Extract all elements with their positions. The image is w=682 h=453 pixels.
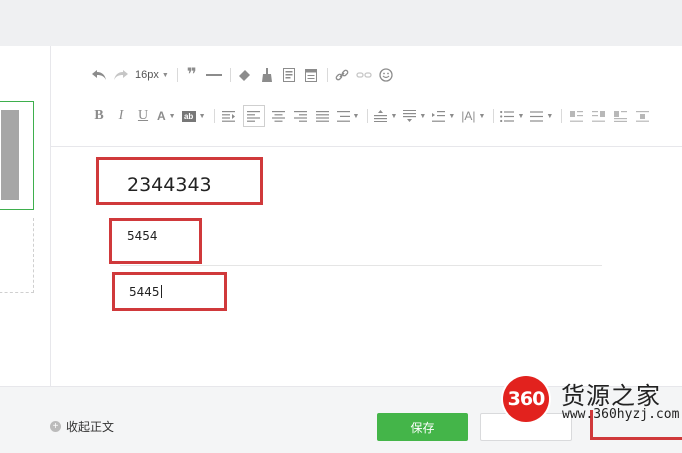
toolbar-separator [367, 109, 369, 123]
align-justify-icon[interactable] [315, 106, 331, 126]
float-left-icon[interactable] [568, 106, 584, 126]
first-line-indent-icon[interactable]: ▼ [432, 106, 455, 126]
content-paragraph-2[interactable]: 5454 [127, 229, 158, 243]
unlink-icon[interactable] [356, 65, 372, 85]
font-size-select[interactable]: 16px ▼ [135, 65, 169, 85]
plus-circle-icon: + [50, 421, 61, 432]
format-brush-icon[interactable] [259, 65, 275, 85]
content-paragraph-3-text: 5445 [129, 285, 160, 299]
line-height-icon[interactable]: ▼ [336, 106, 360, 126]
chevron-down-icon: ▼ [517, 112, 525, 120]
chevron-down-icon: ▼ [448, 112, 456, 120]
font-color-button[interactable]: A ▼ [157, 106, 176, 126]
font-color-label: A [157, 109, 166, 123]
paragraph-spacing-before-icon[interactable]: ▼ [374, 106, 397, 126]
toolbar-separator [229, 68, 231, 82]
emoji-icon[interactable] [378, 65, 394, 85]
float-none-icon[interactable] [612, 106, 628, 126]
chevron-down-icon: ▼ [198, 112, 206, 120]
link-icon[interactable] [334, 65, 350, 85]
undo-icon[interactable] [91, 65, 107, 85]
insert-table-icon[interactable] [303, 65, 319, 85]
top-bar [0, 0, 682, 46]
toolbar-row-1: 16px ▼ ❞ [91, 63, 400, 87]
chevron-down-icon: ▼ [352, 112, 360, 120]
collapse-body-toggle[interactable]: + 收起正文 [50, 418, 114, 435]
toolbar-separator [176, 68, 178, 82]
chevron-down-icon: ▼ [161, 71, 169, 79]
float-right-icon[interactable] [590, 106, 606, 126]
cover-image [1, 110, 19, 200]
horizontal-rule [120, 265, 602, 266]
selected-article-thumbnail[interactable] [0, 101, 34, 210]
bullet-list-icon[interactable]: ▼ [500, 106, 524, 126]
chevron-down-icon: ▼ [168, 112, 176, 120]
letter-spacing-label: |A| [461, 109, 476, 123]
toolbar-divider [51, 146, 682, 147]
horizontal-rule-icon[interactable] [205, 65, 222, 85]
chevron-down-icon: ▼ [478, 112, 486, 120]
align-right-icon[interactable] [293, 106, 309, 126]
numbered-list-icon[interactable]: ▼ [530, 106, 553, 126]
paragraph-spacing-after-icon[interactable]: ▼ [403, 106, 426, 126]
background-color-button[interactable]: ab ▼ [181, 106, 206, 126]
rich-text-editor[interactable]: 16px ▼ ❞ B I U A ▼ ab ▼ ▼ ▼ ▼ ▼ |A| ▼ ▼ … [51, 46, 682, 386]
content-paragraph-3[interactable]: 5445 [129, 285, 162, 299]
letter-spacing-button[interactable]: |A| ▼ [461, 106, 485, 126]
background-color-label: ab [181, 110, 196, 122]
toolbar-separator [493, 109, 495, 123]
toolbar-separator [561, 109, 563, 123]
toolbar-separator [213, 109, 215, 123]
chevron-down-icon: ▼ [390, 112, 398, 120]
chevron-down-icon: ▼ [419, 112, 427, 120]
font-size-value: 16px [135, 69, 159, 81]
add-article-placeholder[interactable] [0, 218, 34, 293]
text-cursor [160, 285, 162, 298]
clear-format-icon[interactable] [237, 65, 253, 85]
align-center-icon[interactable] [271, 106, 287, 126]
chevron-down-icon: ▼ [546, 112, 554, 120]
insert-template-icon[interactable] [281, 65, 297, 85]
article-list-panel [0, 46, 51, 386]
watermark-logo-badge: 360 [503, 376, 549, 422]
content-paragraph-1[interactable]: 2344343 [127, 174, 212, 196]
collapse-body-label: 收起正文 [66, 420, 115, 434]
watermark-url: www.360hyzj.com [562, 407, 680, 422]
underline-button[interactable]: U [135, 106, 151, 126]
float-center-icon[interactable] [634, 106, 650, 126]
toolbar-separator [326, 68, 328, 82]
save-button[interactable]: 保存 [377, 413, 468, 441]
quote-icon[interactable]: ❞ [184, 65, 200, 85]
watermark-site-name: 货源之家 [561, 382, 661, 410]
bold-button[interactable]: B [91, 106, 107, 126]
toolbar-row-2: B I U A ▼ ab ▼ ▼ ▼ ▼ ▼ |A| ▼ ▼ ▼ [91, 104, 656, 128]
indent-icon[interactable] [221, 106, 237, 126]
redo-icon[interactable] [113, 65, 129, 85]
italic-button[interactable]: I [113, 106, 129, 126]
align-left-icon[interactable] [242, 105, 265, 127]
